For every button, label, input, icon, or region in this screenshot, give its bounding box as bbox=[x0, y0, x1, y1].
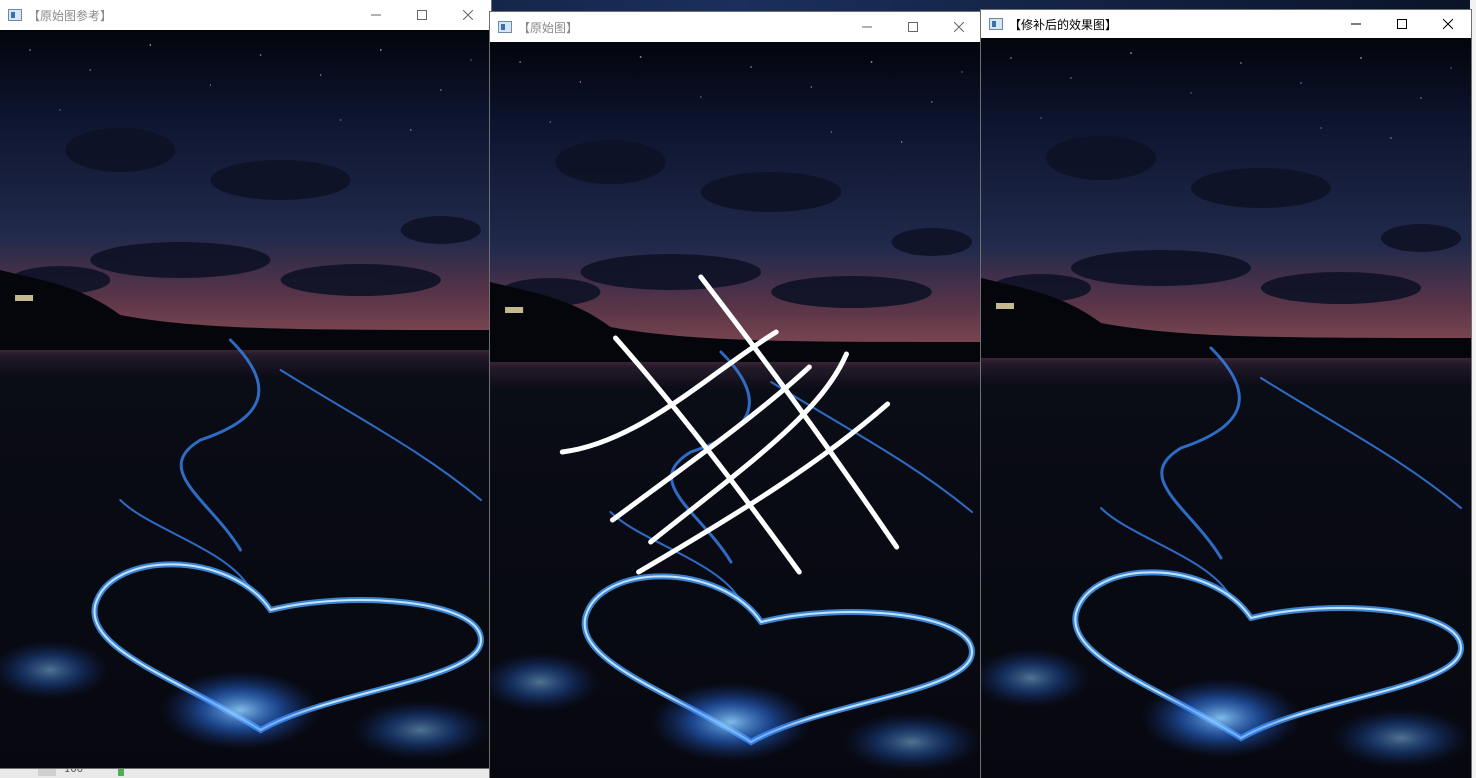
opencv-window-icon bbox=[989, 18, 1003, 30]
window-title: 【原始图参考】 bbox=[28, 8, 113, 23]
night-beach-image-inpainted bbox=[981, 38, 1471, 778]
close-button[interactable] bbox=[1425, 10, 1471, 38]
maximize-button[interactable] bbox=[890, 12, 936, 42]
image-canvas[interactable] bbox=[490, 42, 982, 778]
close-button[interactable] bbox=[445, 0, 491, 30]
night-beach-image-with-scratches[interactable] bbox=[490, 42, 982, 778]
opencv-window-icon bbox=[498, 21, 512, 33]
image-canvas bbox=[0, 30, 491, 768]
window-titlebar[interactable]: 【原始图】 bbox=[490, 12, 982, 42]
window-original[interactable]: 【原始图】 bbox=[490, 12, 982, 778]
maximize-button[interactable] bbox=[399, 0, 445, 30]
window-titlebar[interactable]: 【原始图参考】 bbox=[0, 0, 491, 30]
opencv-window-icon bbox=[8, 9, 22, 21]
window-title: 【修补后的效果图】 bbox=[1009, 17, 1118, 32]
maximize-button[interactable] bbox=[1379, 10, 1425, 38]
window-original-reference[interactable]: 【原始图参考】 bbox=[0, 0, 491, 768]
window-titlebar[interactable]: 【修补后的效果图】 bbox=[981, 10, 1471, 38]
window-repaired-result[interactable]: 【修补后的效果图】 bbox=[981, 10, 1471, 778]
window-title: 【原始图】 bbox=[518, 20, 579, 35]
minimize-button[interactable] bbox=[1333, 10, 1379, 38]
close-button[interactable] bbox=[936, 12, 982, 42]
night-beach-image bbox=[0, 30, 491, 768]
minimize-button[interactable] bbox=[844, 12, 890, 42]
image-canvas bbox=[981, 38, 1471, 778]
minimize-button[interactable] bbox=[353, 0, 399, 30]
